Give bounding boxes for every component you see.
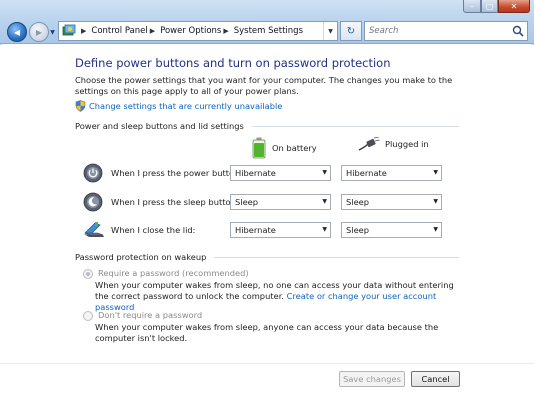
minimize-button[interactable]: – — [463, 0, 481, 13]
power-section-title: Power and sleep buttons and lid settings — [75, 121, 244, 131]
forward-arrow-icon: ▶ — [35, 27, 43, 37]
recent-pages-dropdown[interactable]: ▼ — [49, 28, 56, 38]
require-password-option[interactable]: Require a password (recommended) — [83, 268, 249, 279]
close-lid-battery-value: Hibernate — [235, 225, 276, 235]
battery-icon — [252, 137, 266, 159]
dont-require-password-label[interactable]: Don't require a password — [98, 310, 202, 320]
sleep-button-battery-select[interactable]: Sleep ▼ — [230, 194, 331, 210]
close-lid-plugged-select[interactable]: Sleep ▼ — [341, 222, 442, 238]
sleep-button-plugged-select[interactable]: Sleep ▼ — [341, 194, 442, 210]
plugged-in-column-header: Plugged in — [358, 137, 429, 151]
save-changes-button[interactable]: Save changes — [339, 371, 405, 387]
refresh-button[interactable]: ↻ — [340, 21, 362, 41]
section-divider — [214, 256, 459, 258]
forward-button[interactable]: ▶ — [29, 22, 49, 42]
search-input[interactable] — [365, 22, 505, 40]
chevron-down-icon: ▼ — [322, 169, 327, 176]
refresh-icon: ↻ — [346, 25, 356, 37]
address-dropdown-button[interactable]: ▼ — [323, 22, 337, 40]
maximize-button[interactable]: ▢ — [481, 0, 498, 13]
search-box[interactable] — [364, 21, 528, 41]
address-bar[interactable]: ▶ Control Panel ▶ Power Options ▶ System… — [58, 21, 338, 41]
on-battery-column-header: On battery — [252, 137, 317, 159]
caption-buttons: – ▢ ✕ — [463, 0, 530, 13]
window-titlebar: – ▢ ✕ ◀ ▶ ▼ ▶ Control Panel ▶ Power Opti… — [0, 0, 534, 44]
power-plug-icon — [358, 137, 380, 151]
chevron-down-icon: ▼ — [433, 198, 438, 205]
uac-shield-icon — [75, 100, 86, 112]
password-section-title: Password protection on wakeup — [75, 252, 207, 262]
chevron-down-icon: ▼ — [322, 198, 327, 205]
power-button-icon — [83, 163, 103, 183]
dont-require-password-option[interactable]: Don't require a password — [83, 310, 202, 321]
breadcrumb-separator-icon[interactable]: ▶ — [150, 27, 155, 35]
chevron-down-icon: ▼ — [322, 226, 327, 233]
breadcrumb-separator-icon[interactable]: ▶ — [223, 27, 228, 35]
password-section-heading: Password protection on wakeup — [75, 252, 459, 262]
power-button-label: When I press the power button: — [111, 168, 243, 178]
breadcrumb-separator-icon: ▶ — [81, 27, 87, 35]
sleep-button-plugged-value: Sleep — [346, 197, 370, 207]
power-button-plugged-select[interactable]: Hibernate ▼ — [341, 165, 442, 181]
require-password-label[interactable]: Require a password (recommended) — [98, 268, 249, 278]
power-button-battery-select[interactable]: Hibernate ▼ — [230, 165, 331, 181]
control-panel-icon — [62, 24, 76, 36]
back-arrow-icon: ◀ — [13, 27, 21, 37]
breadcrumb-power-options[interactable]: Power Options — [160, 26, 221, 36]
sleep-button-battery-value: Sleep — [235, 197, 259, 207]
breadcrumb-control-panel[interactable]: Control Panel — [91, 26, 147, 36]
close-lid-label: When I close the lid: — [111, 225, 196, 235]
require-password-description: When your computer wakes from sleep, no … — [95, 280, 470, 313]
page-title: Define power buttons and turn on passwor… — [75, 56, 391, 70]
search-icon[interactable] — [512, 25, 524, 37]
power-button-battery-value: Hibernate — [235, 168, 276, 178]
section-divider — [251, 125, 459, 127]
plugged-in-label: Plugged in — [385, 139, 429, 149]
change-settings-link[interactable]: Change settings that are currently unava… — [89, 101, 282, 111]
radio-selected-dot — [86, 272, 90, 276]
close-lid-plugged-value: Sleep — [346, 225, 370, 235]
button-bar: Save changes Cancel — [0, 363, 534, 400]
change-settings-row[interactable]: Change settings that are currently unava… — [75, 100, 282, 112]
sleep-button-label: When I press the sleep button: — [111, 197, 239, 207]
on-battery-label: On battery — [272, 143, 317, 153]
close-lid-battery-select[interactable]: Hibernate ▼ — [230, 222, 331, 238]
dont-require-password-description: When your computer wakes from sleep, any… — [95, 322, 439, 343]
breadcrumb-system-settings[interactable]: System Settings — [234, 26, 303, 36]
require-password-radio[interactable] — [83, 269, 93, 279]
chevron-down-icon: ▼ — [433, 226, 438, 233]
main-content: Define power buttons and turn on passwor… — [0, 45, 534, 363]
cancel-button[interactable]: Cancel — [411, 371, 460, 387]
dont-require-password-radio[interactable] — [83, 311, 93, 321]
close-button[interactable]: ✕ — [498, 0, 530, 13]
back-button[interactable]: ◀ — [7, 22, 27, 42]
sleep-button-icon — [83, 192, 103, 212]
power-section-heading: Power and sleep buttons and lid settings — [75, 121, 459, 131]
power-button-plugged-value: Hibernate — [346, 168, 387, 178]
chevron-down-icon: ▼ — [433, 169, 438, 176]
intro-text: Choose the power settings that you want … — [75, 75, 453, 96]
laptop-lid-icon — [84, 222, 104, 237]
